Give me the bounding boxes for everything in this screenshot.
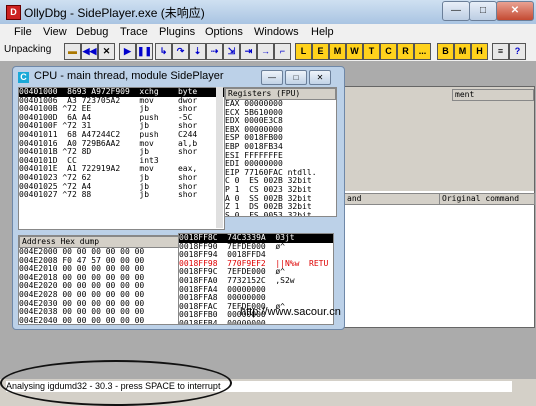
dump-pane[interactable]: Address Hex dump 004E2000 00 00 00 00 00… xyxy=(18,235,180,325)
column-header-and: and xyxy=(344,193,440,205)
open-icon[interactable]: ▬ xyxy=(64,43,81,60)
animate-into-icon[interactable]: ⇣ xyxy=(189,43,206,60)
menu-debug[interactable]: Debug xyxy=(76,26,108,38)
close-debug-icon[interactable]: ✕ xyxy=(98,43,115,60)
pause-icon[interactable]: ❚❚ xyxy=(136,43,153,60)
close-button[interactable]: ✕ xyxy=(496,1,534,21)
minimize-button[interactable]: — xyxy=(442,1,470,21)
stack-row[interactable]: 0018FFB4 00000000 xyxy=(179,319,333,324)
menu-windows[interactable]: Windows xyxy=(254,26,299,38)
window-title: OllyDbg - SidePlayer.exe (未响应) xyxy=(24,6,205,20)
toolbar-h-button[interactable]: H xyxy=(471,43,488,60)
menu-help[interactable]: Help xyxy=(311,26,334,38)
step-over-icon[interactable]: ↷ xyxy=(172,43,189,60)
trace-over-icon[interactable]: ⇥ xyxy=(240,43,257,60)
settings-icon[interactable]: ≡ xyxy=(492,43,509,60)
background-window: ment and Original command xyxy=(343,86,535,328)
menu-trace[interactable]: Trace xyxy=(120,26,148,38)
step-into-icon[interactable]: ↳ xyxy=(155,43,172,60)
cpu-window: C CPU - main thread, module SidePlayer —… xyxy=(12,66,345,330)
toolbar-e-button[interactable]: E xyxy=(312,43,329,60)
disassembly-pane[interactable]: 00401000 8693 A972F909 xchg byte 00401006… xyxy=(18,87,225,230)
run-icon[interactable]: ▶ xyxy=(119,43,136,60)
toolbar-l-button[interactable]: L xyxy=(295,43,312,60)
execute-till-return-icon[interactable]: → xyxy=(257,43,274,60)
rewind-icon[interactable]: ◀◀ xyxy=(81,43,98,60)
background-header: ment xyxy=(452,89,534,101)
cpu-maximize-button[interactable]: □ xyxy=(285,70,307,85)
menu-view[interactable]: View xyxy=(43,26,67,38)
unpacking-label: Unpacking xyxy=(4,44,52,55)
trace-into-icon[interactable]: ⇲ xyxy=(223,43,240,60)
background-window-top: ment xyxy=(344,87,534,191)
disassembly-scrollbar[interactable] xyxy=(216,87,223,228)
cpu-close-button[interactable]: ✕ xyxy=(309,70,331,85)
toolbar-w-button[interactable]: W xyxy=(346,43,363,60)
animate-over-icon[interactable]: ⇢ xyxy=(206,43,223,60)
column-header-original-command: Original command xyxy=(439,193,535,205)
execute-till-user-icon[interactable]: ⌐ xyxy=(274,43,291,60)
toolbar-dots-button[interactable]: ... xyxy=(414,43,431,60)
register-row[interactable]: S 0 FS 0053 32bit xyxy=(225,211,336,216)
help-icon[interactable]: ? xyxy=(509,43,526,60)
maximize-button[interactable]: □ xyxy=(469,1,497,21)
menu-file[interactable]: File xyxy=(14,26,32,38)
toolbar-m-button[interactable]: M xyxy=(329,43,346,60)
menu-bar: File View Debug Trace Plugins Options Wi… xyxy=(0,24,536,41)
toolbar-c-button[interactable]: C xyxy=(380,43,397,60)
menu-plugins[interactable]: Plugins xyxy=(159,26,195,38)
toolbar-m2-button[interactable]: M xyxy=(454,43,471,60)
app-icon: D xyxy=(6,5,21,20)
cpu-minimize-button[interactable]: — xyxy=(261,70,283,85)
toolbar-r-button[interactable]: R xyxy=(397,43,414,60)
disassembly-row[interactable]: 00401027 ^72 88 jb shor xyxy=(19,191,224,200)
registers-pane[interactable]: Registers (FPU) EAX 00000000 ECX 5B610000… xyxy=(224,87,337,217)
toolbar-t-button[interactable]: T xyxy=(363,43,380,60)
cpu-window-title: CPU - main thread, module SidePlayer xyxy=(34,70,224,82)
toolbar-b-button[interactable]: B xyxy=(437,43,454,60)
cpu-icon: C xyxy=(18,72,29,83)
highlight-ellipse xyxy=(0,360,232,406)
watermark-url: http://www.sacour.cn xyxy=(240,306,341,318)
toolbar: Unpacking ▬ ◀◀ ✕ ▶ ❚❚ ↳ ↷ ⇣ ⇢ ⇲ ⇥ → ⌐ L … xyxy=(0,41,536,62)
title-bar: D OllyDbg - SidePlayer.exe (未响应) — □ ✕ xyxy=(0,0,536,24)
menu-options[interactable]: Options xyxy=(205,26,243,38)
